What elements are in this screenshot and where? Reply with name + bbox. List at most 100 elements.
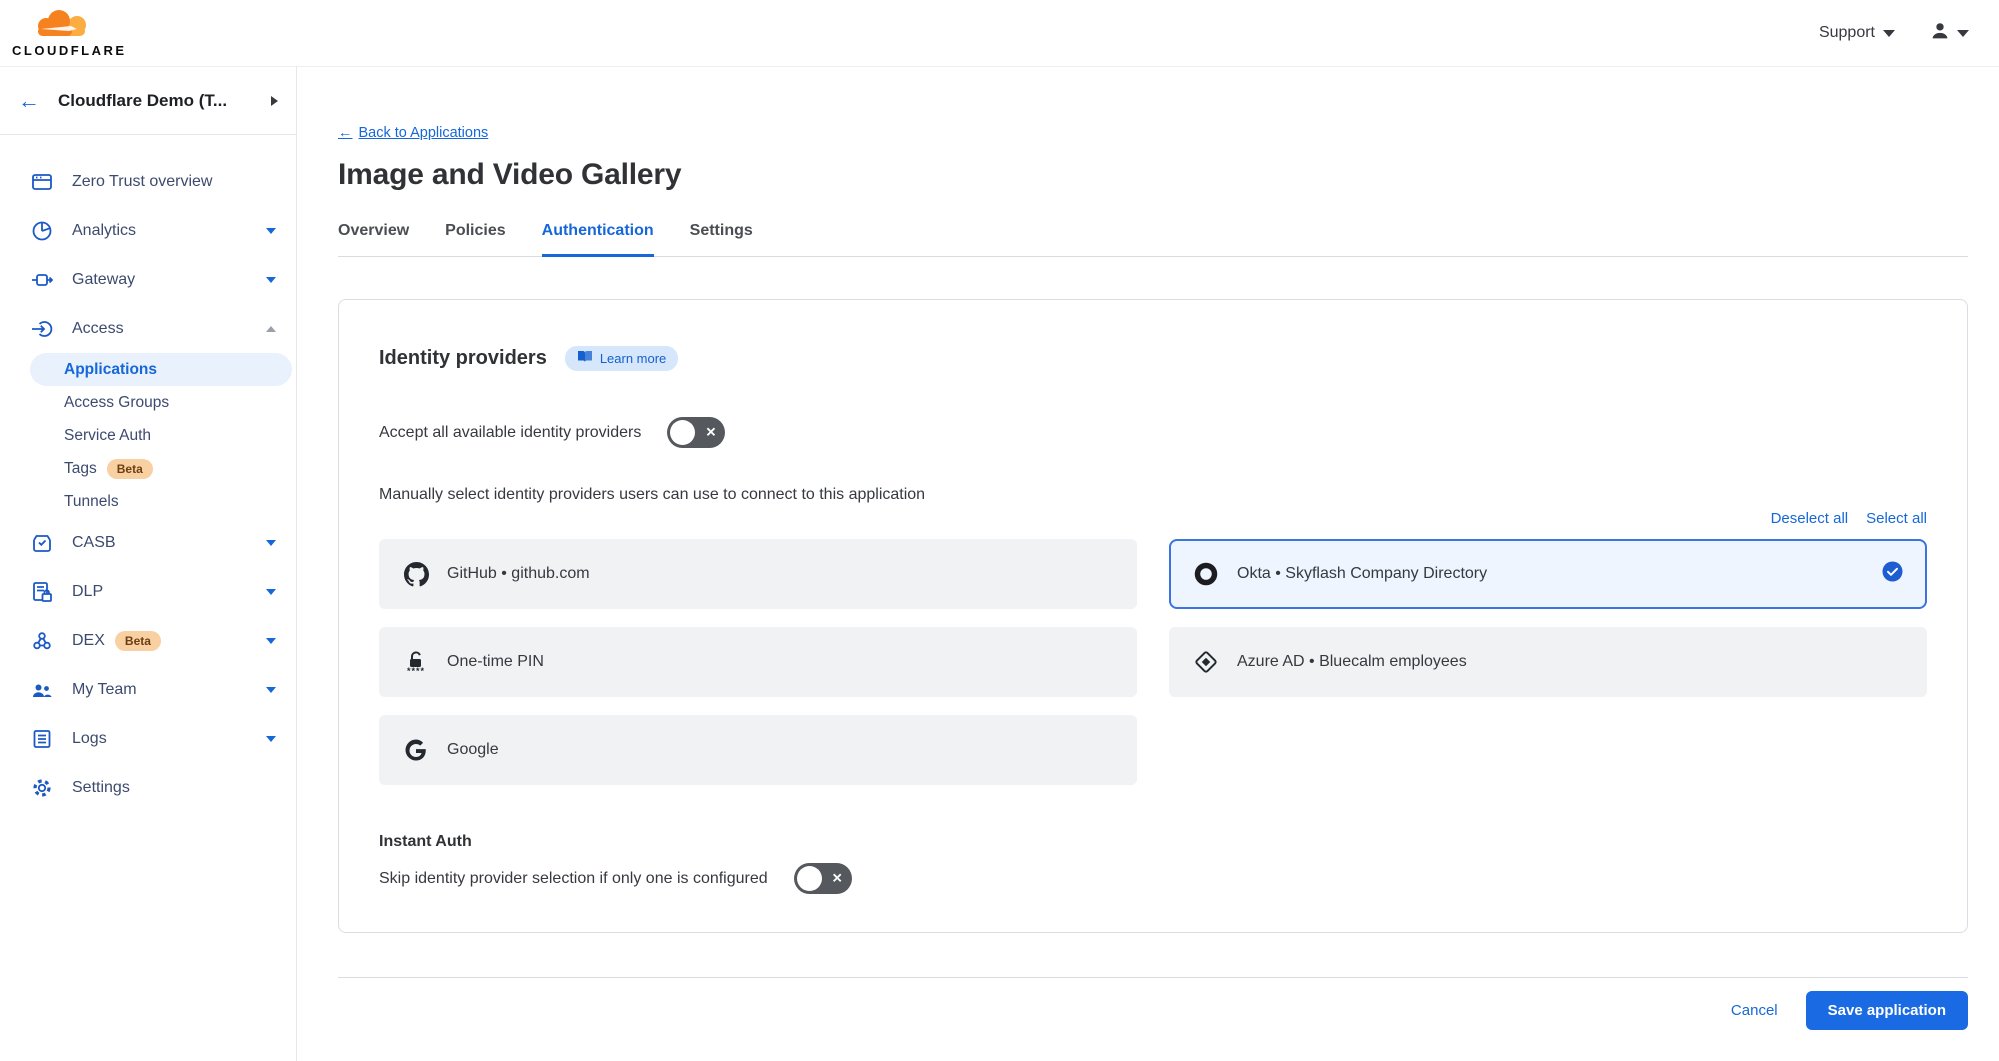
provider-tile-one-time-pin[interactable]: **** One-time PIN [379, 627, 1137, 697]
one-time-pin-icon: **** [403, 649, 429, 675]
sidebar-item-analytics[interactable]: Analytics [0, 206, 296, 255]
provider-name: Azure AD • Bluecalm employees [1237, 653, 1467, 671]
save-application-button[interactable]: Save application [1806, 991, 1968, 1030]
chevron-down-icon [1957, 30, 1969, 37]
back-arrow-icon[interactable]: ← [18, 90, 40, 112]
toggle-knob [797, 866, 822, 891]
back-arrow-icon: ← [338, 125, 353, 141]
chevron-down-icon [1883, 30, 1895, 37]
window-icon [30, 170, 54, 194]
sidebar-nav: Zero Trust overview Analytics Gateway [0, 135, 296, 812]
gear-icon [30, 776, 54, 800]
manual-select-label: Manually select identity providers users… [379, 486, 1927, 504]
sidebar-item-tags[interactable]: Tags Beta [30, 452, 296, 485]
github-icon [403, 561, 429, 587]
main-content: ← Back to Applications Image and Video G… [297, 67, 1999, 1061]
document-lock-icon [30, 580, 54, 604]
gateway-icon [30, 268, 54, 292]
cancel-button[interactable]: Cancel [1731, 1002, 1778, 1019]
sidebar-item-label: DLP [72, 583, 103, 601]
sidebar-item-gateway[interactable]: Gateway [0, 255, 296, 304]
card-heading: Identity providers [379, 347, 547, 370]
account-name: Cloudflare Demo (T... [58, 91, 253, 111]
sidebar-item-label: Gateway [72, 271, 135, 289]
sidebar-item-label: Logs [72, 730, 107, 748]
book-icon [577, 350, 593, 367]
instant-auth-toggle[interactable]: ✕ [794, 863, 852, 894]
learn-more-badge[interactable]: Learn more [565, 346, 678, 371]
sidebar-item-dex[interactable]: DEX Beta [0, 616, 296, 665]
support-label: Support [1819, 24, 1875, 42]
account-switcher: ← Cloudflare Demo (T... [0, 67, 296, 135]
instant-auth-label: Skip identity provider selection if only… [379, 870, 768, 888]
tab-authentication[interactable]: Authentication [542, 222, 654, 257]
deselect-all-link[interactable]: Deselect all [1771, 510, 1849, 527]
sidebar-item-label: My Team [72, 681, 137, 699]
accept-all-label: Accept all available identity providers [379, 424, 641, 442]
chevron-right-icon[interactable] [271, 96, 278, 106]
sidebar-item-label: Access [72, 320, 124, 338]
action-bar: Cancel Save application [338, 977, 1968, 1030]
chevron-down-icon[interactable] [266, 736, 276, 742]
sidebar-item-service-auth[interactable]: Service Auth [30, 419, 296, 452]
sidebar-item-access[interactable]: Access [0, 304, 296, 353]
chevron-down-icon[interactable] [266, 687, 276, 693]
learn-more-label: Learn more [600, 351, 666, 366]
cloudflare-cloud-icon [21, 8, 117, 45]
sidebar-item-label: Access Groups [64, 394, 169, 412]
okta-icon [1193, 561, 1219, 587]
toggle-knob [670, 420, 695, 445]
chevron-down-icon[interactable] [266, 638, 276, 644]
network-nodes-icon [30, 629, 54, 653]
sidebar-item-label: Applications [64, 361, 157, 379]
back-to-applications-link[interactable]: ← Back to Applications [338, 125, 488, 141]
box-check-icon [30, 531, 54, 555]
cloudflare-wordmark: CLOUDFLARE [12, 43, 127, 58]
chevron-down-icon[interactable] [266, 228, 276, 234]
support-menu[interactable]: Support [1819, 24, 1895, 42]
sidebar-item-label: DEX [72, 632, 105, 650]
accept-all-toggle[interactable]: ✕ [667, 417, 725, 448]
provider-name: Okta • Skyflash Company Directory [1237, 565, 1487, 583]
back-link-label: Back to Applications [359, 125, 489, 141]
pie-chart-icon [30, 219, 54, 243]
toggle-off-x-icon: ✕ [832, 870, 843, 886]
tab-settings[interactable]: Settings [690, 222, 753, 256]
provider-name: GitHub • github.com [447, 565, 590, 583]
sidebar-item-zero-trust-overview[interactable]: Zero Trust overview [0, 157, 296, 206]
sidebar-item-label: Analytics [72, 222, 136, 240]
tab-policies[interactable]: Policies [445, 222, 505, 256]
sidebar-item-label: Settings [72, 779, 130, 797]
sidebar-item-casb[interactable]: CASB [0, 518, 296, 567]
svg-text:****: **** [407, 666, 425, 675]
topbar: CLOUDFLARE Support [0, 0, 1999, 67]
provider-name: Google [447, 741, 499, 759]
provider-tile-google[interactable]: Google [379, 715, 1137, 785]
beta-badge: Beta [115, 631, 161, 651]
chevron-down-icon[interactable] [266, 540, 276, 546]
toggle-off-x-icon: ✕ [705, 424, 716, 440]
sidebar-item-label: Zero Trust overview [72, 173, 212, 191]
instant-auth-heading: Instant Auth [379, 833, 1927, 851]
tab-overview[interactable]: Overview [338, 222, 409, 256]
beta-badge: Beta [107, 459, 153, 479]
provider-tile-okta[interactable]: Okta • Skyflash Company Directory [1169, 539, 1927, 609]
sidebar-item-my-team[interactable]: My Team [0, 665, 296, 714]
cloudflare-logo[interactable]: CLOUDFLARE [12, 8, 127, 58]
access-login-icon [30, 317, 54, 341]
sidebar-item-logs[interactable]: Logs [0, 714, 296, 763]
chevron-up-icon[interactable] [266, 326, 276, 332]
provider-tile-azure-ad[interactable]: Azure AD • Bluecalm employees [1169, 627, 1927, 697]
sidebar-item-settings[interactable]: Settings [0, 763, 296, 812]
chevron-down-icon[interactable] [266, 277, 276, 283]
sidebar-item-tunnels[interactable]: Tunnels [30, 485, 296, 518]
provider-tile-github[interactable]: GitHub • github.com [379, 539, 1137, 609]
google-icon [403, 737, 429, 763]
sidebar-item-applications[interactable]: Applications [30, 353, 292, 386]
sidebar-item-access-groups[interactable]: Access Groups [30, 386, 296, 419]
select-all-link[interactable]: Select all [1866, 510, 1927, 527]
sidebar-item-dlp[interactable]: DLP [0, 567, 296, 616]
user-menu[interactable] [1929, 20, 1969, 47]
chevron-down-icon[interactable] [266, 589, 276, 595]
tab-bar: Overview Policies Authentication Setting… [338, 222, 1968, 257]
